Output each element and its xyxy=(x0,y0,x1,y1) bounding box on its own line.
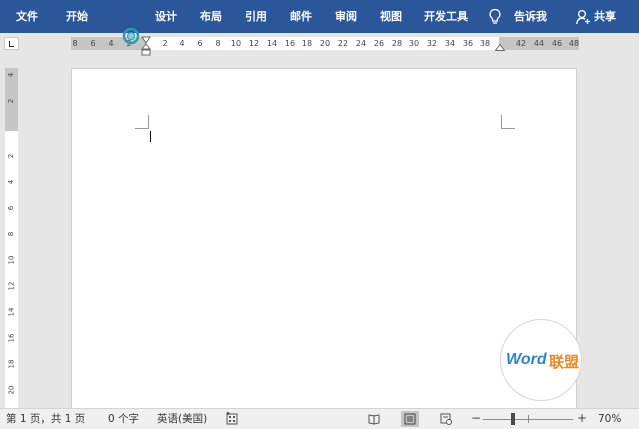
share-button[interactable]: 共享 xyxy=(594,10,616,24)
ruler-number: 30 xyxy=(408,39,420,48)
ruler-number: 44 xyxy=(533,39,545,48)
word-lianmeng-logo: Word 联盟 xyxy=(500,319,582,401)
crop-mark-top-left xyxy=(135,115,149,129)
tab-layout[interactable]: 布局 xyxy=(200,10,222,24)
web-layout-button[interactable] xyxy=(437,411,455,427)
tab-mailings[interactable]: 邮件 xyxy=(290,10,312,24)
tell-me-search[interactable]: 告诉我 xyxy=(514,10,547,24)
ruler-number: 12 xyxy=(248,39,260,48)
ruler-number: 36 xyxy=(462,39,474,48)
ruler-number: 42 xyxy=(515,39,527,48)
book-icon xyxy=(368,414,380,425)
vertical-ruler[interactable]: 4 2 2 4 6 8 10 12 14 16 18 20 xyxy=(5,68,18,408)
language-indicator[interactable]: 英语(美国) xyxy=(157,412,207,426)
macro-record-icon[interactable] xyxy=(226,412,238,425)
ruler-number: 10 xyxy=(230,39,242,48)
indent-marker-icon[interactable] xyxy=(141,35,151,57)
ruler-number: 32 xyxy=(426,39,438,48)
tab-developer[interactable]: 开发工具 xyxy=(424,10,468,24)
ruler-number: 4 xyxy=(179,39,185,48)
ruler-number: 4 xyxy=(7,72,16,78)
ruler-number: 4 xyxy=(108,39,114,48)
zoom-100-mark xyxy=(528,415,529,423)
ruler-number: 8 xyxy=(7,231,16,237)
ruler-number: 6 xyxy=(197,39,203,48)
ruler-number: 2 xyxy=(7,98,16,104)
text-cursor xyxy=(150,131,151,142)
tab-design[interactable]: 设计 xyxy=(155,10,177,24)
right-indent-marker-icon[interactable] xyxy=(495,44,505,51)
tab-view[interactable]: 视图 xyxy=(380,10,402,24)
tab-review[interactable]: 审阅 xyxy=(335,10,357,24)
ruler-number: 14 xyxy=(266,39,278,48)
ruler-number: 18 xyxy=(7,359,16,369)
ruler-number: 6 xyxy=(7,205,16,211)
zoom-level[interactable]: 70% xyxy=(598,412,621,426)
ruler-number: 46 xyxy=(551,39,563,48)
ruler-number: 24 xyxy=(355,39,367,48)
ruler-number: 26 xyxy=(373,39,385,48)
zoom-out-button[interactable]: − xyxy=(471,411,481,425)
ruler-number: 16 xyxy=(284,39,296,48)
ruler-number: 8 xyxy=(72,39,78,48)
ruler-number: 12 xyxy=(7,281,16,291)
ruler-number: 20 xyxy=(7,385,16,395)
logo-word-text: Word xyxy=(506,351,547,368)
tab-file[interactable]: 文件 xyxy=(16,10,38,24)
ruler-number: 38 xyxy=(479,39,491,48)
ruler-number: 8 xyxy=(215,39,221,48)
ruler-number: 20 xyxy=(319,39,331,48)
zoom-slider-thumb[interactable] xyxy=(511,413,515,425)
ruler-number: 28 xyxy=(391,39,403,48)
ruler-number: 18 xyxy=(301,39,313,48)
ruler-number: 16 xyxy=(7,333,16,343)
print-layout-button[interactable] xyxy=(401,411,419,427)
lightbulb-icon[interactable] xyxy=(488,8,502,26)
ruler-number: 4 xyxy=(7,179,16,185)
page-layout-icon xyxy=(404,413,416,425)
ruler-number: 48 xyxy=(568,39,580,48)
status-bar: 第 1 页，共 1 页 0 个字 英语(美国) − + 70% xyxy=(0,408,639,429)
ruler-number: 10 xyxy=(7,255,16,265)
read-mode-button[interactable] xyxy=(365,411,383,427)
pointer-highlight-icon xyxy=(122,27,140,45)
ruler-number: 14 xyxy=(7,307,16,317)
ruler-number: 2 xyxy=(162,39,168,48)
ribbon-tab-bar: 文件 开始 设计 布局 引用 邮件 审阅 视图 开发工具 告诉我 共享 xyxy=(0,0,639,33)
tab-home[interactable]: 开始 xyxy=(66,10,88,24)
crop-mark-top-right xyxy=(501,115,515,129)
ruler-number: 22 xyxy=(337,39,349,48)
word-count[interactable]: 0 个字 xyxy=(108,412,139,426)
page-count[interactable]: 第 1 页，共 1 页 xyxy=(6,412,85,426)
web-layout-icon xyxy=(440,413,452,425)
ruler-number: 2 xyxy=(7,153,16,159)
logo-cn-text: 联盟 xyxy=(549,353,580,371)
tab-stop-selector[interactable] xyxy=(4,37,19,50)
ruler-number: 34 xyxy=(444,39,456,48)
ruler-number: 6 xyxy=(90,39,96,48)
share-person-icon[interactable] xyxy=(576,9,591,25)
zoom-in-button[interactable]: + xyxy=(577,411,587,425)
tab-references[interactable]: 引用 xyxy=(245,10,267,24)
